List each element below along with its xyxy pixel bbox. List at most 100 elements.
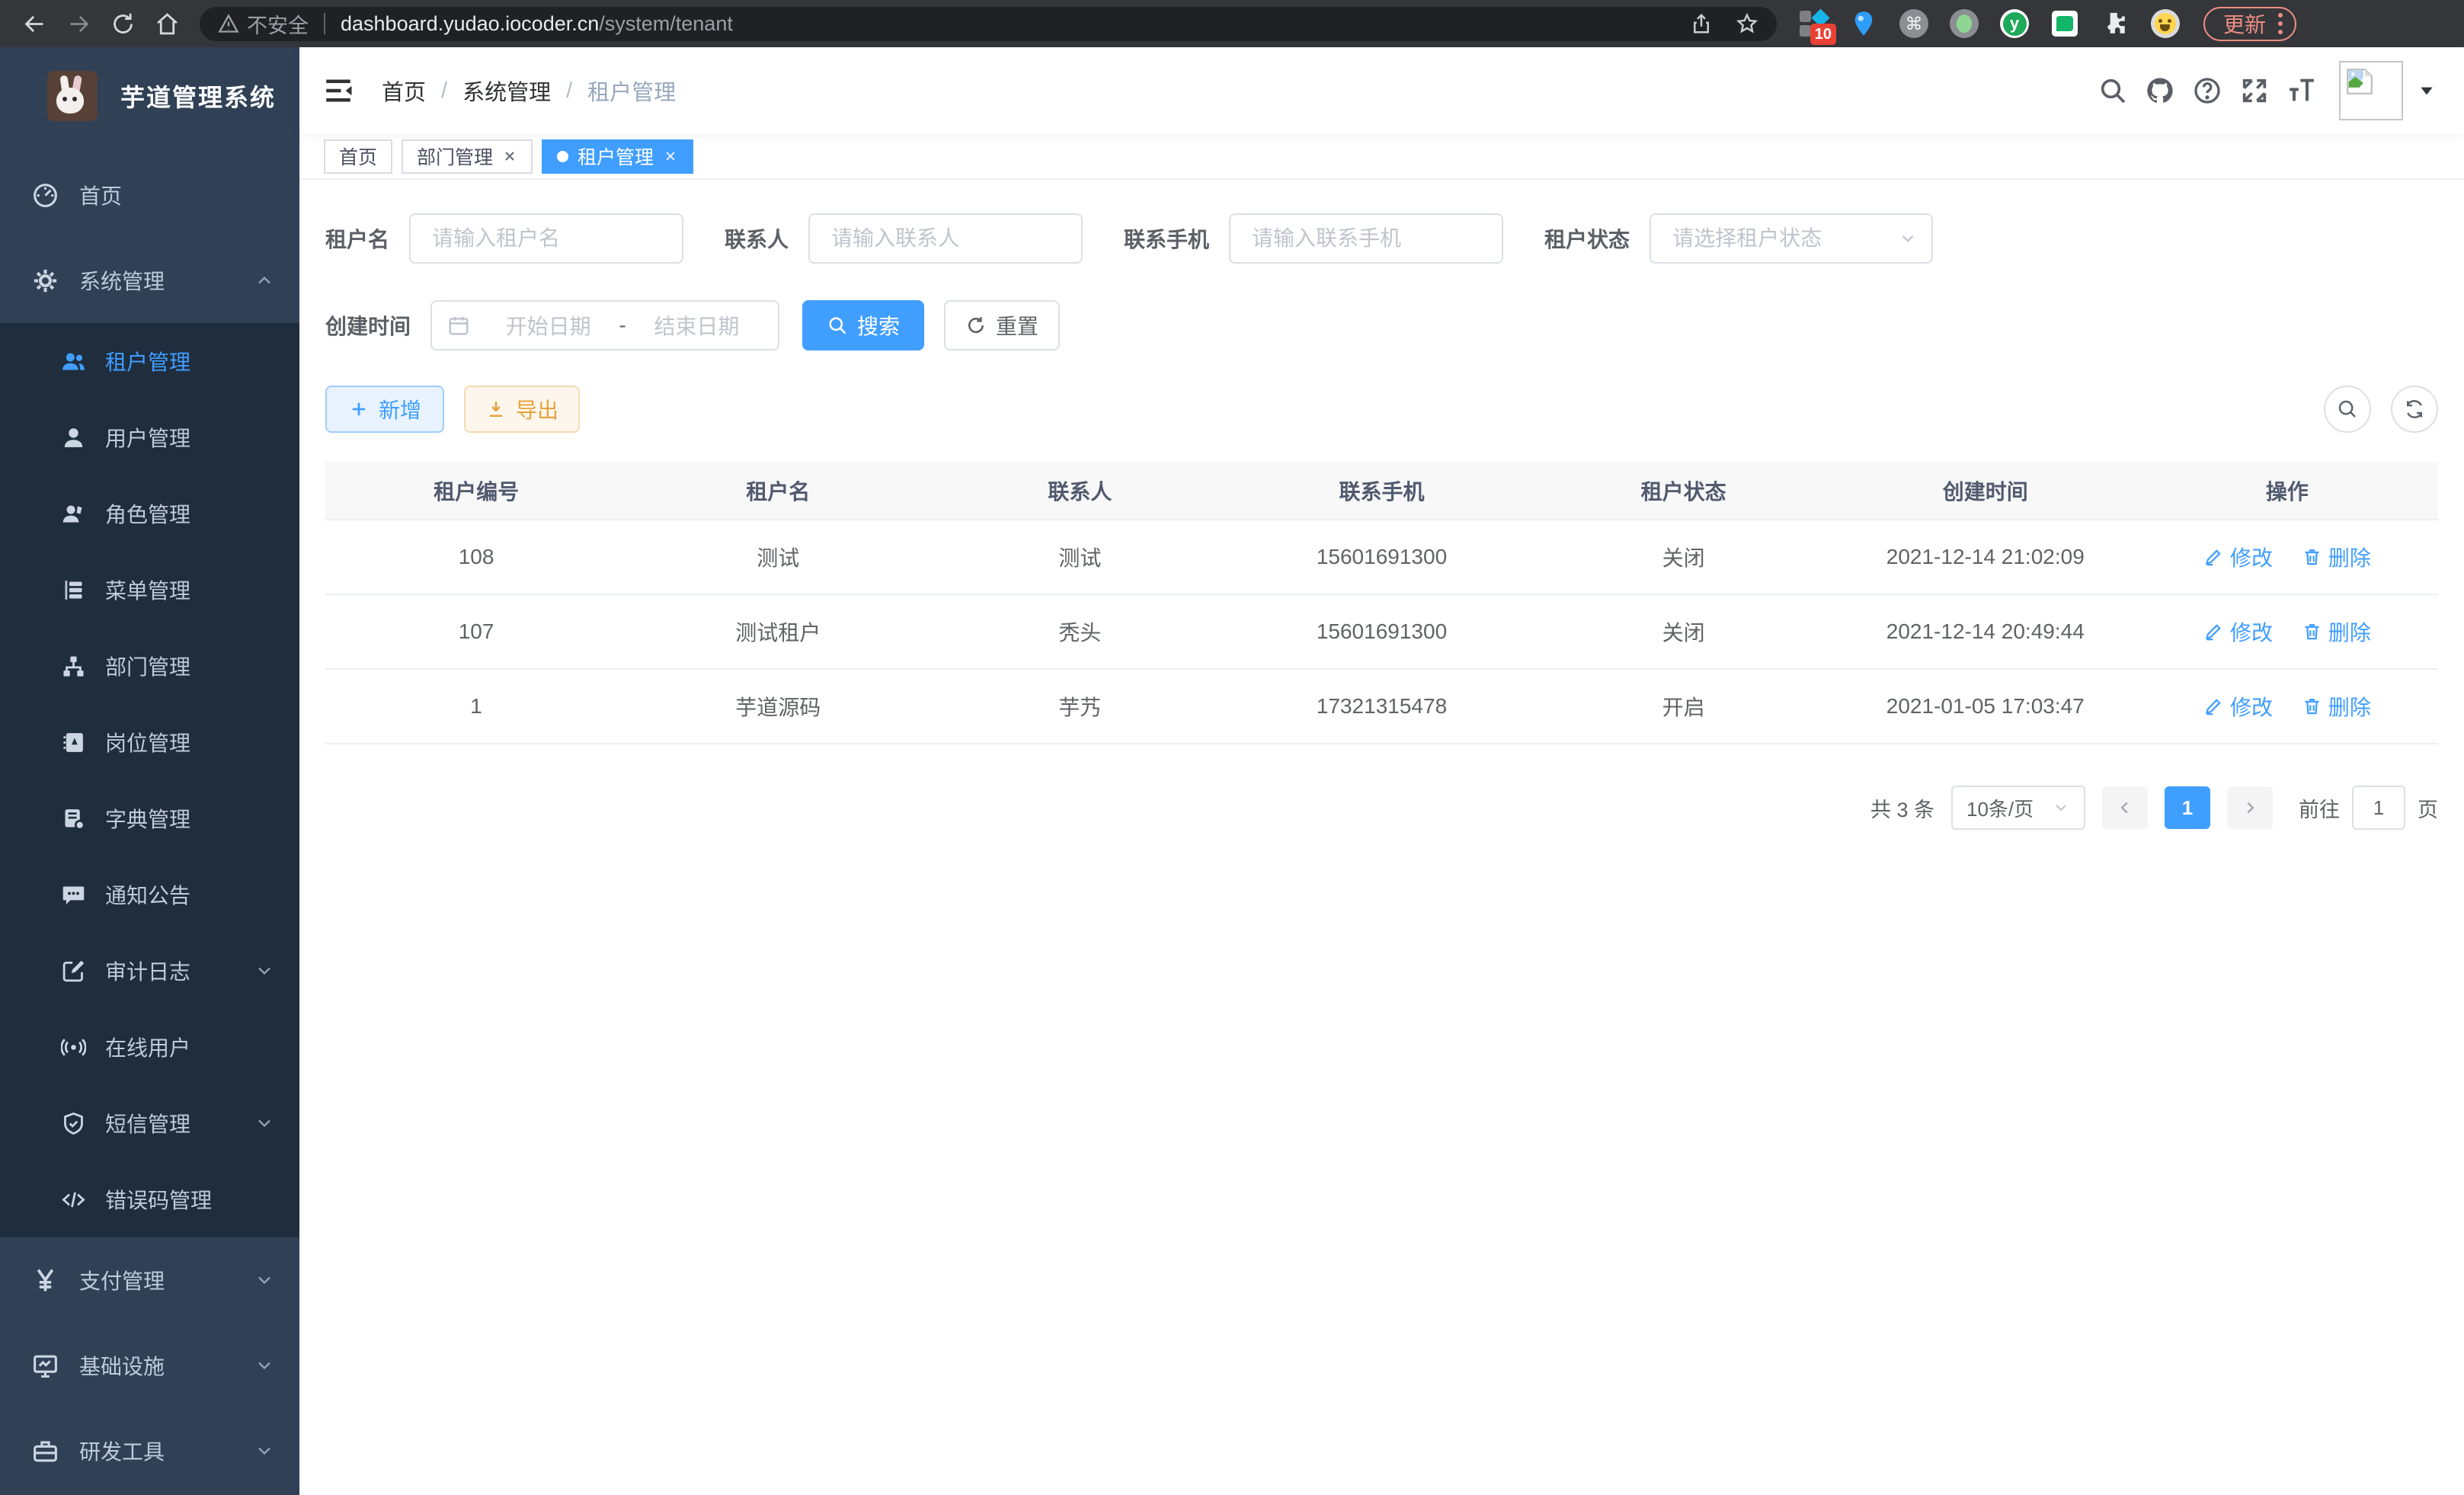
tenant-table: 租户编号 租户名 联系人 联系手机 租户状态 创建时间 操作 108 测试 测试 — [325, 462, 2438, 744]
browser-reload-button[interactable] — [101, 5, 145, 43]
date-end-placeholder[interactable]: 结束日期 — [631, 310, 763, 341]
address-bar[interactable]: 不安全 dashboard.yudao.iocoder.cn/system/te… — [200, 7, 1777, 41]
sidebar-item-errcode[interactable]: 错误码管理 — [0, 1161, 299, 1237]
status-badge: 关闭 — [1533, 520, 1835, 594]
browser-menu-icon[interactable] — [2278, 13, 2283, 34]
extension-chat-icon[interactable] — [2050, 8, 2080, 39]
tenant-name-input[interactable] — [409, 213, 683, 264]
page-header: 首页 / 系统管理 / 租户管理 — [299, 47, 2464, 134]
pencil-icon — [2203, 621, 2224, 642]
avatar[interactable] — [2339, 61, 2403, 120]
org-tree-icon — [58, 654, 88, 679]
contact-input[interactable] — [808, 213, 1083, 264]
sidebar-item-online-users[interactable]: 在线用户 — [0, 1009, 299, 1085]
sidebar-item-dept[interactable]: 部门管理 — [0, 628, 299, 704]
close-icon[interactable] — [663, 149, 678, 164]
col-phone: 联系手机 — [1230, 462, 1532, 520]
search-icon[interactable] — [2089, 67, 2136, 114]
reset-button[interactable]: 重置 — [944, 300, 1060, 351]
share-icon[interactable] — [1690, 12, 1713, 35]
extension-kite-icon[interactable] — [1848, 8, 1879, 39]
browser-update-button[interactable]: 更新 — [2203, 7, 2296, 41]
sidebar-item-user[interactable]: 用户管理 — [0, 399, 299, 475]
edit-button[interactable]: 修改 — [2203, 616, 2273, 647]
phone-label: 联系手机 — [1124, 223, 1209, 254]
profile-avatar-icon[interactable] — [2150, 8, 2181, 39]
edit-button[interactable]: 修改 — [2203, 691, 2273, 722]
edit-button[interactable]: 修改 — [2203, 542, 2273, 572]
delete-button[interactable]: 删除 — [2302, 616, 2371, 647]
total-count: 共 3 条 — [1870, 793, 1934, 823]
extension-record-icon[interactable] — [1949, 8, 1979, 39]
help-icon[interactable] — [2184, 67, 2231, 114]
delete-button[interactable]: 删除 — [2302, 542, 2371, 572]
breadcrumb-system[interactable]: 系统管理 — [462, 75, 551, 107]
phone-input[interactable] — [1229, 213, 1503, 264]
sidebar-item-devtools[interactable]: 研发工具 — [0, 1408, 299, 1493]
tab-tenant[interactable]: 租户管理 — [542, 139, 693, 174]
fullscreen-icon[interactable] — [2231, 67, 2278, 114]
goto-page-input[interactable] — [2352, 786, 2405, 830]
tab-home[interactable]: 首页 — [324, 139, 392, 174]
toggle-search-button[interactable] — [2324, 386, 2371, 433]
page-size-select[interactable]: 10条/页 — [1951, 786, 2085, 830]
github-icon[interactable] — [2136, 67, 2184, 114]
extension-grid-icon[interactable]: 10 — [1798, 8, 1829, 39]
tag-tabs-bar: 首页 部门管理 租户管理 — [299, 134, 2464, 180]
tenants-icon — [58, 349, 88, 374]
sidebar-item-system[interactable]: 系统管理 — [0, 238, 299, 323]
col-created: 创建时间 — [1835, 462, 2136, 520]
sidebar-item-home[interactable]: 首页 — [0, 152, 299, 238]
extension-badge: 10 — [1810, 24, 1836, 45]
sidebar-item-role[interactable]: 角色管理 — [0, 475, 299, 552]
delete-button[interactable]: 删除 — [2302, 691, 2371, 722]
sidebar-menu: 首页 系统管理 租户管理 用户 — [0, 152, 299, 1493]
breadcrumb-home[interactable]: 首页 — [382, 75, 426, 107]
user-menu-caret-icon[interactable] — [2417, 81, 2437, 101]
dictionary-icon — [58, 806, 88, 831]
url-path: /system/tenant — [599, 12, 733, 36]
browser-forward-button[interactable] — [56, 5, 101, 43]
export-button[interactable]: 导出 — [464, 386, 580, 433]
logo-image — [47, 71, 98, 121]
app-logo[interactable]: 芋道管理系统 — [0, 47, 299, 145]
close-icon[interactable] — [502, 149, 517, 164]
refresh-icon — [965, 315, 987, 336]
sidebar-item-tenant[interactable]: 租户管理 — [0, 323, 299, 399]
code-icon — [58, 1187, 88, 1212]
search-button[interactable]: 搜索 — [802, 300, 924, 351]
chat-bubble-icon — [58, 882, 88, 908]
prev-page-button[interactable] — [2102, 786, 2148, 829]
font-size-icon[interactable] — [2278, 67, 2325, 114]
sidebar-item-notice[interactable]: 通知公告 — [0, 856, 299, 933]
sidebar-item-post[interactable]: 岗位管理 — [0, 704, 299, 780]
sidebar-item-dict[interactable]: 字典管理 — [0, 780, 299, 856]
add-button[interactable]: 新增 — [325, 386, 444, 433]
app-title: 芋道管理系统 — [120, 78, 276, 114]
browser-home-button[interactable] — [145, 5, 189, 43]
date-start-placeholder[interactable]: 开始日期 — [482, 310, 614, 341]
bookmark-star-icon[interactable] — [1736, 12, 1758, 35]
extension-y-icon[interactable]: y — [1999, 8, 2030, 39]
not-secure-icon[interactable] — [218, 13, 239, 34]
tab-dept[interactable]: 部门管理 — [402, 139, 533, 174]
shield-check-icon — [58, 1111, 88, 1136]
sidebar-item-infra[interactable]: 基础设施 — [0, 1323, 299, 1408]
search-icon — [827, 315, 848, 336]
pencil-icon — [2203, 546, 2224, 567]
sidebar-item-pay[interactable]: 支付管理 — [0, 1237, 299, 1323]
extensions-puzzle-icon[interactable] — [2100, 8, 2130, 39]
next-page-button[interactable] — [2227, 786, 2273, 829]
extension-command-icon[interactable]: ⌘ — [1899, 8, 1929, 39]
page-number-button[interactable]: 1 — [2165, 786, 2210, 829]
sidebar-item-sms[interactable]: 短信管理 — [0, 1085, 299, 1161]
sidebar-collapse-button[interactable] — [322, 75, 354, 107]
trash-icon — [2302, 696, 2322, 716]
calendar-icon — [447, 314, 470, 337]
sidebar-item-audit-log[interactable]: 审计日志 — [0, 933, 299, 1009]
sidebar-item-menu-mgmt[interactable]: 菜单管理 — [0, 552, 299, 628]
browser-back-button[interactable] — [12, 5, 56, 43]
status-select[interactable] — [1650, 213, 1933, 264]
refresh-table-button[interactable] — [2391, 386, 2438, 433]
create-time-range-picker[interactable]: 开始日期 - 结束日期 — [430, 300, 779, 351]
